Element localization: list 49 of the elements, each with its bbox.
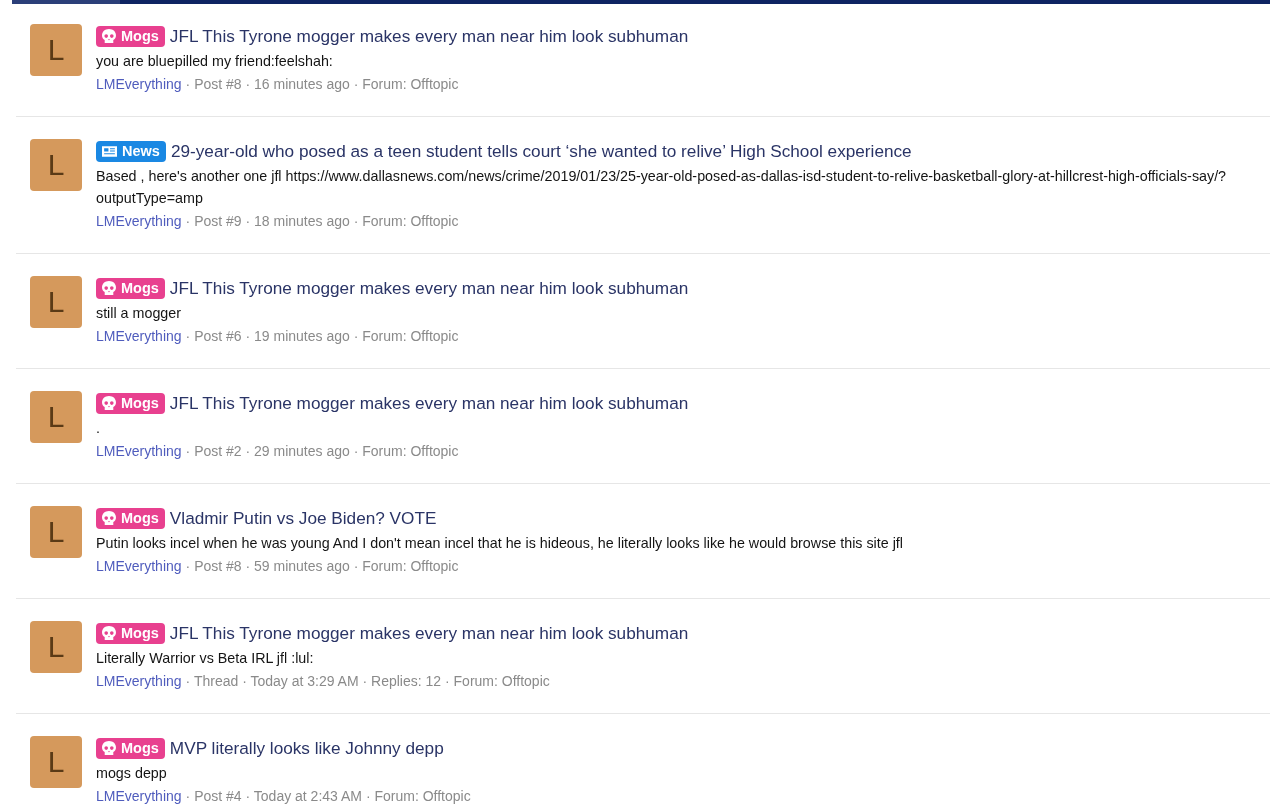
- user-avatar[interactable]: L: [30, 736, 82, 788]
- user-avatar[interactable]: L: [30, 621, 82, 673]
- prefix-badge[interactable]: News: [96, 140, 166, 162]
- post-meta: · Post #4 · Today at 2:43 AM · Forum: Offtopic: [185, 787, 471, 806]
- user-avatar[interactable]: L: [30, 276, 82, 328]
- thread-title-link[interactable]: Vladmir Putin vs Joe Biden? VOTE: [169, 507, 437, 529]
- skull-icon: [102, 510, 116, 526]
- username-link[interactable]: LMEverything: [96, 671, 182, 692]
- post-snippet: Putin looks incel when he was young And I don't mean incel that he is hideous, he literally looks like he would browse this site jfl: [96, 534, 904, 553]
- post-meta: · Post #8 · 59 minutes ago · Forum: Offtopic: [185, 557, 459, 576]
- post-snippet: .: [96, 419, 101, 438]
- post-meta: · Post #8 · 16 minutes ago · Forum: Offtopic: [185, 75, 459, 94]
- user-avatar[interactable]: L: [30, 139, 82, 191]
- prefix-badge[interactable]: Mogs: [96, 277, 165, 299]
- prefix-badge[interactable]: Mogs: [96, 392, 165, 414]
- username-link[interactable]: LMEverything: [96, 211, 182, 232]
- user-avatar[interactable]: L: [30, 391, 82, 443]
- user-avatar[interactable]: L: [30, 506, 82, 558]
- skull-icon: [102, 28, 116, 44]
- username-link[interactable]: LMEverything: [96, 74, 182, 95]
- post-meta: · Post #2 · 29 minutes ago · Forum: Offtopic: [185, 442, 459, 461]
- thread-title-link[interactable]: JFL This Tyrone mogger makes every man near him look subhuman: [169, 392, 689, 414]
- newspaper-icon: [102, 145, 117, 157]
- username-link[interactable]: LMEverything: [96, 556, 182, 577]
- username-link[interactable]: LMEverything: [96, 786, 182, 807]
- post-snippet: Based , here's another one jfl https://www.dallasnews.com/news/crime/2019/01/23/25-year-old-posed-as-dallas-isd-student-to-relive-basketball-glory-at-hillcrest-high-officials-say/?outputType=amp: [96, 167, 1228, 208]
- skull-icon: [102, 395, 116, 411]
- post-meta: · Post #6 · 19 minutes ago · Forum: Offtopic: [185, 327, 459, 346]
- thread-title-link[interactable]: MVP literally looks like Johnny depp: [169, 737, 444, 759]
- thread-title-link[interactable]: JFL This Tyrone mogger makes every man near him look subhuman: [169, 25, 689, 47]
- thread-title-link[interactable]: 29-year-old who posed as a teen student tells court ‘she wanted to relive’ High School experience: [170, 140, 912, 162]
- prefix-badge[interactable]: Mogs: [96, 507, 165, 529]
- post-meta: · Thread · Today at 3:29 AM · Replies: 12 · Forum: Offtopic: [185, 672, 550, 691]
- prefix-badge[interactable]: Mogs: [96, 622, 165, 644]
- username-link[interactable]: LMEverything: [96, 441, 182, 462]
- skull-icon: [102, 740, 116, 756]
- user-avatar[interactable]: L: [30, 24, 82, 76]
- post-snippet: Literally Warrior vs Beta IRL jfl :lul:: [96, 649, 315, 668]
- thread-title-link[interactable]: JFL This Tyrone mogger makes every man near him look subhuman: [169, 277, 689, 299]
- skull-icon: [102, 625, 116, 641]
- thread-title-link[interactable]: JFL This Tyrone mogger makes every man near him look subhuman: [169, 622, 689, 644]
- post-meta: · Post #9 · 18 minutes ago · Forum: Offtopic: [185, 212, 459, 231]
- skull-icon: [102, 280, 116, 296]
- username-link[interactable]: LMEverything: [96, 326, 182, 347]
- post-snippet: you are bluepilled my friend:feelshah:: [96, 52, 334, 71]
- prefix-badge[interactable]: Mogs: [96, 737, 165, 759]
- post-snippet: still a mogger: [96, 304, 183, 323]
- post-snippet: mogs depp: [96, 764, 168, 783]
- prefix-badge[interactable]: Mogs: [96, 25, 165, 47]
